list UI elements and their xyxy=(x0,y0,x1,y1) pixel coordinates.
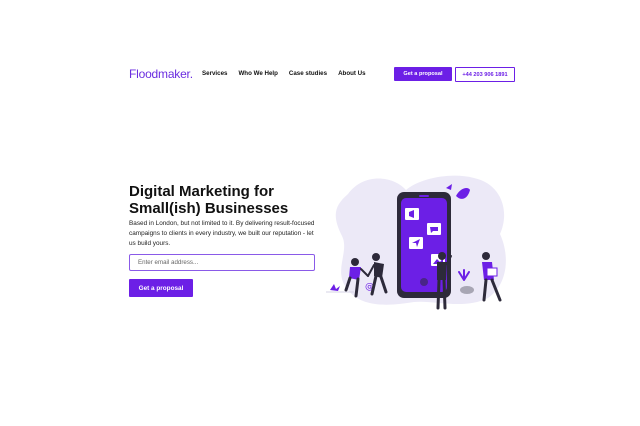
nav-case-studies[interactable]: Case studies xyxy=(289,70,327,77)
main-nav: Services Who We Help Case studies About … xyxy=(202,70,366,77)
small-plant-icon xyxy=(330,284,340,291)
rock-shape xyxy=(460,286,474,294)
logo-text: Floodmaker xyxy=(129,67,190,81)
logo-dot: . xyxy=(189,67,193,81)
hero-description: Based in London, but not limited to it. … xyxy=(129,220,315,247)
hero-title: Digital Marketing for Small(ish) Business… xyxy=(129,183,329,217)
phone-home-button xyxy=(420,278,428,286)
phone-button[interactable]: +44 203 906 1891 xyxy=(455,67,515,82)
marketing-illustration: @ xyxy=(326,175,506,310)
nav-about-us[interactable]: About Us xyxy=(338,70,366,77)
nav-services[interactable]: Services xyxy=(202,70,227,77)
header-get-proposal-button[interactable]: Get a proposal xyxy=(394,67,452,81)
nav-who-we-help[interactable]: Who We Help xyxy=(238,70,277,77)
email-input[interactable] xyxy=(129,254,315,271)
hero-title-line-2: Small(ish) Businesses xyxy=(129,200,289,217)
floodmaker-logo[interactable]: Floodmaker. xyxy=(129,67,193,81)
hero-get-proposal-button[interactable]: Get a proposal xyxy=(129,279,193,297)
hero-title-line-1: Digital Marketing for xyxy=(129,183,275,200)
site-header: Floodmaker. Services Who We Help Case st… xyxy=(129,66,515,84)
